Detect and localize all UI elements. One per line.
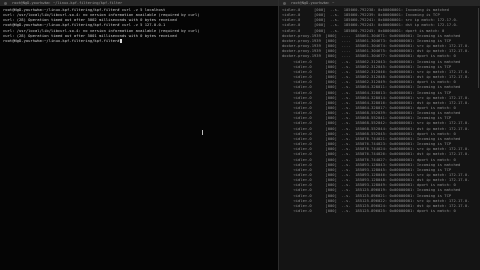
left-terminal-titlebar[interactable]: root@NgD-yourhwkm: ~/linux-kpf-filtering… <box>0 0 278 6</box>
terminal-line: root@NgD-yourhwkm:~/linux-kpf-filtering/… <box>3 38 276 43</box>
text-cursor-icon <box>202 130 203 135</box>
left-terminal[interactable]: root@NgD-yourhwkm: ~/linux-kpf-filtering… <box>0 0 278 270</box>
left-terminal-title: root@NgD-yourhwkm: ~/linux-kpf-filtering… <box>12 1 123 5</box>
terminal-line-text: root@NgD-yourhwkm:~/linux-kpf-filtering/… <box>3 37 120 43</box>
right-terminal[interactable]: root@NgD-yourhwkm: ~ <idle>-0 [000] ..s.… <box>279 0 480 270</box>
close-icon[interactable] <box>4 1 7 5</box>
right-terminal-output[interactable]: <idle>-0 [000] ..s. 185060.792238: 0x000… <box>279 6 480 213</box>
left-terminal-output[interactable]: root@NgD-yourhwkm:~/linux-kpf-filtering/… <box>0 6 278 43</box>
scrollbar[interactable] <box>477 8 479 88</box>
right-terminal-title: root@NgD-yourhwkm: ~ <box>291 1 335 5</box>
terminal-cursor <box>120 39 123 43</box>
close-icon[interactable] <box>283 1 286 5</box>
right-terminal-titlebar[interactable]: root@NgD-yourhwkm: ~ <box>279 0 480 6</box>
terminal-line-text: <idle>-0 [000] ..s. 185125.896025: 0x000… <box>282 208 456 214</box>
terminal-line: <idle>-0 [000] ..s. 185125.896025: 0x000… <box>282 208 478 213</box>
